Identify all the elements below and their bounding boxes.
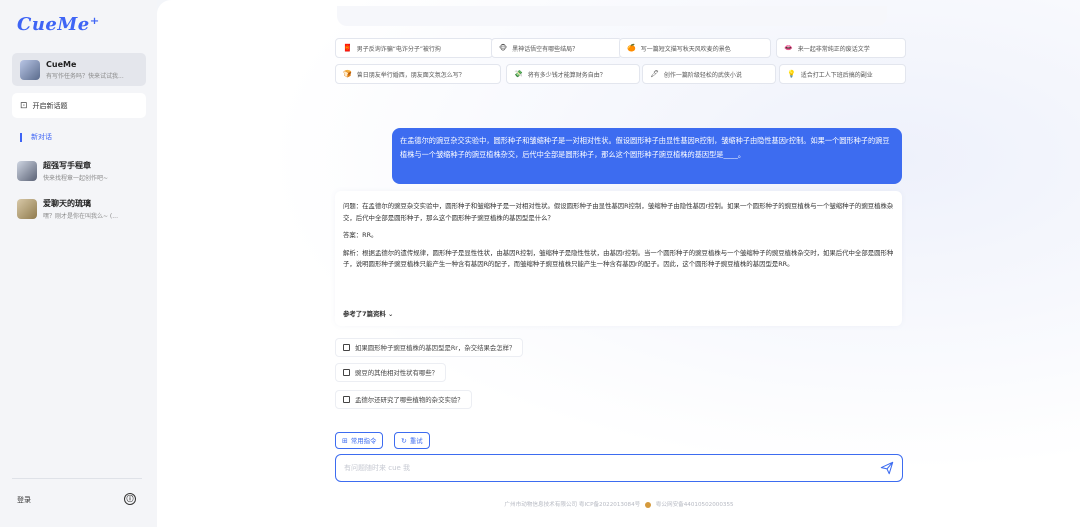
suggested-question[interactable]: 豌豆的其他相对性状有哪些？ bbox=[335, 363, 447, 382]
references-toggle[interactable]: 参考了7篇资料 ⌄ bbox=[343, 309, 393, 321]
sidebar-item-new-conversation[interactable]: 新对话 bbox=[20, 132, 52, 142]
conversation-title: 超强写手程章 bbox=[43, 161, 91, 170]
chat-input-box bbox=[335, 454, 903, 482]
prompt-chip-text: 黑神话悟空有哪些结局？ bbox=[512, 45, 579, 53]
prompt-chip[interactable]: 🍊 写一篇短文描写秋天风吹麦的景色 bbox=[619, 38, 771, 58]
red-envelope-icon: 🧧 bbox=[343, 44, 352, 52]
prompt-chip[interactable]: 👄 来一起非常纯正的废话文学 bbox=[776, 38, 906, 58]
send-icon[interactable] bbox=[880, 461, 894, 475]
pen-icon: 🖋 bbox=[650, 70, 659, 78]
retry-button[interactable]: ↻ 重试 bbox=[394, 432, 430, 449]
suggestion-text: 如果圆形种子豌豆植株的基因型是Rr，杂交结果会怎样？ bbox=[355, 344, 516, 352]
money-icon: 💸 bbox=[514, 70, 523, 78]
answer-analysis: 解析：根据孟德尔的遗传规律，圆形种子是显性性状，由基因R控制，皱缩种子是隐性性状… bbox=[343, 248, 894, 269]
bot-avatar bbox=[20, 59, 40, 80]
prompt-chip-text: 创作一篇阶级轻松的武侠小说 bbox=[663, 71, 742, 79]
conversation-subtitle: 快来找程章一起创作吧~ bbox=[43, 175, 109, 182]
lightbulb-icon: 💡 bbox=[787, 70, 796, 78]
prompt-chip[interactable]: 🧧 男子反询诈骗“电诈分子”被行拘 bbox=[335, 38, 493, 58]
main-panel: 🧧 男子反询诈骗“电诈分子”被行拘 🐵 黑神话悟空有哪些结局？ 🍊 写一篇短文描… bbox=[157, 0, 1080, 527]
bot-card-cueme[interactable]: CueMe 有写作任务吗？快来试试我... bbox=[12, 53, 146, 86]
user-message-bubble: 在孟德尔的豌豆杂交实验中，圆形种子和皱缩种子是一对相对性状。假设圆形种子由显性基… bbox=[392, 128, 902, 184]
monkey-icon: 🐵 bbox=[499, 44, 508, 52]
conversation-subtitle: 嘿？刚才是你在叫我么~ (... bbox=[43, 213, 118, 220]
assistant-answer-card: 问题：在孟德尔的豌豆杂交实验中，圆形种子和皱缩种子是一对相对性状。假设圆形种子由… bbox=[335, 191, 902, 326]
prompt-chip-text: 曾日朋友举行婚西，朋友面文氛怎么写？ bbox=[356, 71, 465, 79]
police-record[interactable]: 粤公网安备44010502000355 bbox=[656, 502, 734, 508]
lips-icon: 👄 bbox=[784, 44, 793, 52]
orange-icon: 🍊 bbox=[627, 44, 636, 52]
active-indicator bbox=[20, 132, 22, 142]
prompt-chip[interactable]: 💡 适合打工人下班后搞的副业 bbox=[779, 64, 906, 84]
retry-icon: ↻ bbox=[401, 436, 407, 445]
prompt-chip-text: 男子反询诈骗“电诈分子”被行拘 bbox=[356, 45, 441, 53]
sidebar-conversation-item[interactable]: 超强写手程章 快来找程章一起创作吧~ bbox=[17, 158, 151, 184]
conversation-title: 爱聊天的琉璃 bbox=[43, 199, 91, 208]
prompt-chip[interactable]: 🍞 曾日朋友举行婚西，朋友面文氛怎么写？ bbox=[335, 64, 501, 84]
bot-name: CueMe bbox=[46, 59, 77, 69]
prompt-chip-text: 适合打工人下班后搞的副业 bbox=[800, 71, 873, 79]
sidebar: CueMe⁺ CueMe 有写作任务吗？快来试试我... ⊡ 开启新话题 新对话… bbox=[0, 0, 157, 527]
suggestion-text: 豌豆的其他相对性状有哪些？ bbox=[355, 369, 439, 377]
suggestion-icon bbox=[343, 369, 350, 376]
bread-icon: 🍞 bbox=[343, 70, 352, 78]
prompt-chip[interactable]: 🐵 黑神话悟空有哪些结局？ bbox=[491, 38, 622, 58]
chat-input[interactable] bbox=[336, 455, 856, 481]
answer-result: 答案：RR。 bbox=[343, 231, 378, 239]
suggestion-text: 孟德尔还研究了哪些植物的杂交实验？ bbox=[355, 396, 464, 404]
footer: 广州市动物信息技术有限公司 粤ICP备2022013084号 粤公网安备4401… bbox=[335, 500, 903, 508]
bot-subtitle: 有写作任务吗？快来试试我... bbox=[46, 72, 124, 80]
avatar bbox=[17, 199, 37, 219]
sidebar-conversation-item[interactable]: 爱聊天的琉璃 嘿？刚才是你在叫我么~ (... bbox=[17, 196, 151, 222]
new-chat-icon: ⊡ bbox=[20, 100, 28, 111]
divider bbox=[12, 478, 142, 479]
icp-record[interactable]: 广州市动物信息技术有限公司 粤ICP备2022013084号 bbox=[504, 502, 640, 508]
retry-label: 重试 bbox=[409, 437, 423, 445]
suggestion-icon bbox=[343, 396, 350, 403]
police-badge-icon bbox=[645, 501, 651, 508]
suggestion-icon bbox=[343, 344, 350, 351]
answer-question: 问题：在孟德尔的豌豆杂交实验中，圆形种子和皱缩种子是一对相对性状。假设圆形种子由… bbox=[343, 202, 894, 222]
new-chat-label: 开启新话题 bbox=[32, 101, 68, 110]
common-commands-button[interactable]: ⊞ 常用指令 bbox=[335, 432, 384, 449]
new-conversation-label: 新对话 bbox=[31, 133, 52, 141]
cueme-logo[interactable]: CueMe⁺ bbox=[17, 14, 100, 35]
info-icon[interactable]: ⓘ bbox=[124, 493, 136, 505]
top-scroll-area bbox=[337, 6, 887, 26]
new-chat-button[interactable]: ⊡ 开启新话题 bbox=[12, 93, 146, 118]
prompt-chip[interactable]: 🖋 创作一篇阶级轻松的武侠小说 bbox=[642, 64, 776, 84]
prompt-chip[interactable]: 💸 将有多少钱才能算财务自由？ bbox=[506, 64, 640, 84]
commands-icon: ⊞ bbox=[342, 436, 348, 445]
prompt-chip-text: 来一起非常纯正的废话文学 bbox=[797, 45, 870, 53]
prompt-chip-text: 写一篇短文描写秋天风吹麦的景色 bbox=[640, 45, 731, 53]
common-commands-label: 常用指令 bbox=[350, 437, 377, 445]
prompt-chip-text: 将有多少钱才能算财务自由？ bbox=[527, 71, 606, 79]
avatar bbox=[17, 161, 37, 181]
suggested-question[interactable]: 如果圆形种子豌豆植株的基因型是Rr，杂交结果会怎样？ bbox=[335, 338, 524, 357]
login-button[interactable]: 登录 bbox=[17, 495, 31, 505]
suggested-question[interactable]: 孟德尔还研究了哪些植物的杂交实验？ bbox=[335, 390, 472, 409]
